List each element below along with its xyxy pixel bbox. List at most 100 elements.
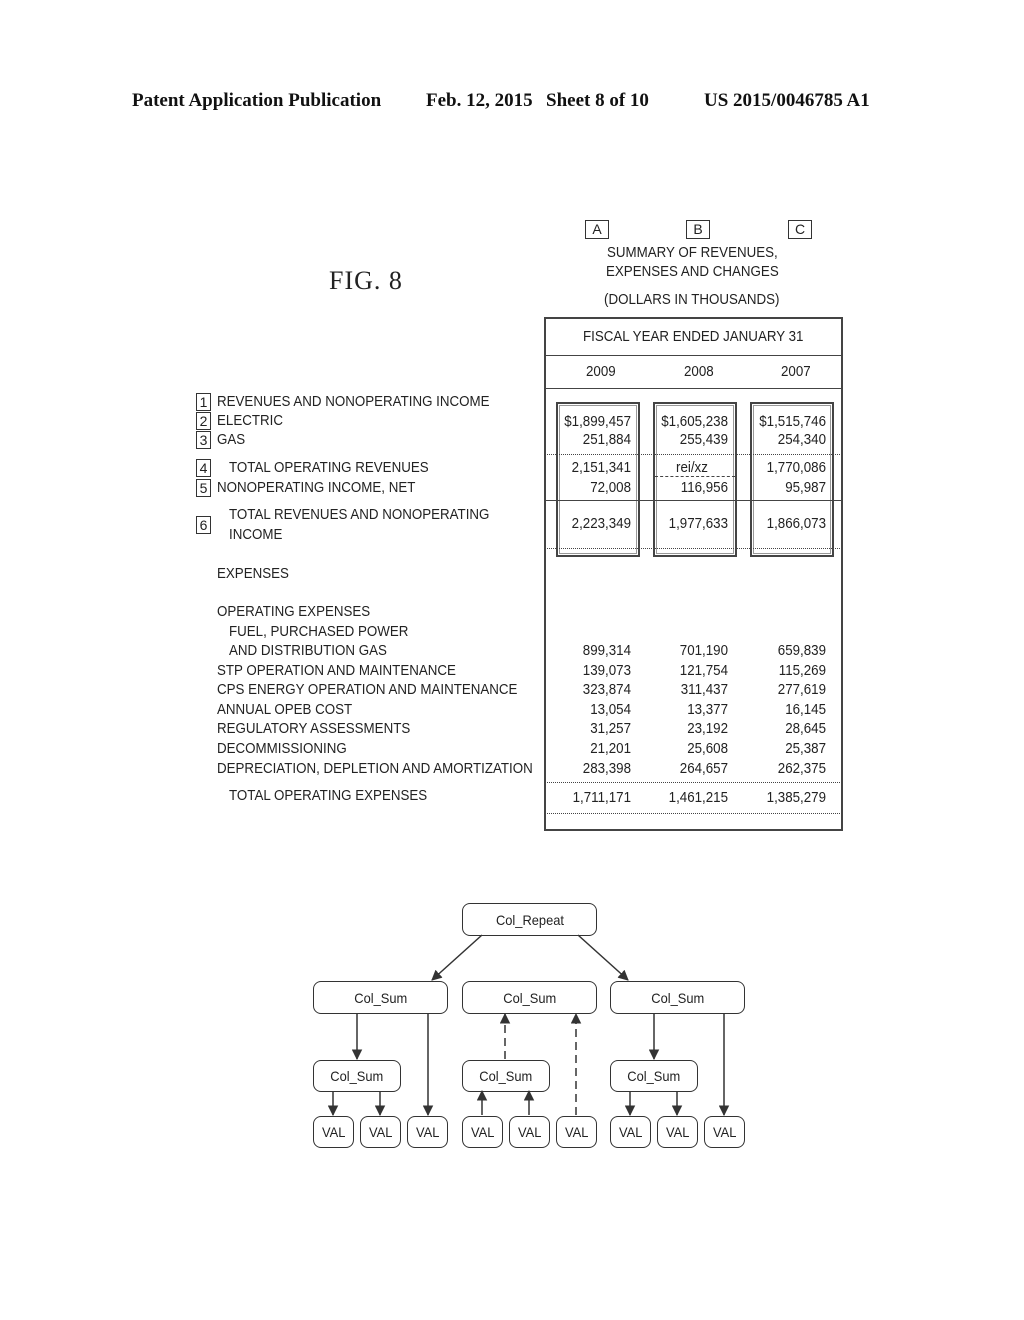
row-marker-4: 4 <box>196 459 211 477</box>
fuel-2009: 899,314 <box>582 643 631 659</box>
node-label: VAL <box>470 1124 495 1140</box>
operating-expenses-heading: OPERATING EXPENSES <box>217 604 371 620</box>
depreciation-2009: 283,398 <box>582 761 631 777</box>
nonoperating-income-2008: 116,956 <box>680 480 728 496</box>
expenses-heading: EXPENSES <box>217 566 289 582</box>
year-2007: 2007 <box>781 364 811 380</box>
node-label: VAL <box>618 1124 643 1140</box>
row-label-total-revenues-line1: TOTAL REVENUES AND NONOPERATING <box>229 507 490 523</box>
fuel-2008: 701,190 <box>679 643 728 659</box>
opeb-2009: 13,054 <box>590 702 631 718</box>
total-expenses-divider-bottom <box>545 813 842 814</box>
node-label: VAL <box>415 1124 440 1140</box>
years-divider <box>545 388 842 389</box>
node-val: VAL <box>509 1116 550 1148</box>
fuel-2007: 659,839 <box>777 643 826 659</box>
expense-label-regulatory: REGULATORY ASSESSMENTS <box>217 721 411 737</box>
year-2008: 2008 <box>684 364 714 380</box>
gas-2007: 254,340 <box>777 432 826 448</box>
regulatory-2007: 28,645 <box>785 721 826 737</box>
publication-date: Feb. 12, 2015 <box>426 90 533 111</box>
depreciation-2007: 262,375 <box>777 761 826 777</box>
total-expenses-2007: 1,385,279 <box>766 790 826 806</box>
row-label-electric: ELECTRIC <box>217 413 283 429</box>
publication-label: Patent Application Publication <box>132 90 382 111</box>
stp-2008: 121,754 <box>679 663 728 679</box>
revenue-divider-3 <box>545 548 842 549</box>
expense-label-opeb: ANNUAL OPEB COST <box>217 702 353 718</box>
node-val: VAL <box>657 1116 698 1148</box>
node-col-repeat: Col_Repeat <box>462 903 597 936</box>
total-revenues-2008: 1,977,633 <box>668 516 728 532</box>
total-operating-revenues-2009: 2,151,341 <box>571 460 631 476</box>
row-label-revenues: REVENUES AND NONOPERATING INCOME <box>217 394 490 410</box>
node-val: VAL <box>462 1116 503 1148</box>
expense-label-stp: STP OPERATION AND MAINTENANCE <box>217 663 456 679</box>
row-label-total-revenues-line2: INCOME <box>229 527 283 543</box>
node-col-sum-right: Col_Sum <box>610 981 745 1014</box>
node-label: Col_Sum <box>330 1068 384 1084</box>
decommissioning-2007: 25,387 <box>785 741 826 757</box>
node-col-sum-left: Col_Sum <box>313 981 448 1014</box>
node-val: VAL <box>360 1116 401 1148</box>
gas-2008: 255,439 <box>679 432 728 448</box>
regulatory-2009: 31,257 <box>590 721 631 737</box>
cps-2008: 311,437 <box>680 682 728 698</box>
node-label: Col_Repeat <box>495 911 564 928</box>
decommissioning-2009: 21,201 <box>590 741 631 757</box>
expense-label-cps: CPS ENERGY OPERATION AND MAINTENANCE <box>217 682 518 698</box>
node-label: Col_Sum <box>503 989 556 1006</box>
row-label-total-operating-revenues: TOTAL OPERATING REVENUES <box>229 460 429 476</box>
node-val: VAL <box>313 1116 354 1148</box>
row-marker-6: 6 <box>196 516 211 534</box>
edge-root-to-sum-right <box>577 934 629 981</box>
decommissioning-2008: 25,608 <box>687 741 728 757</box>
node-label: VAL <box>368 1124 393 1140</box>
row-label-gas: GAS <box>217 432 246 448</box>
header-divider <box>545 355 842 356</box>
node-label: VAL <box>517 1124 542 1140</box>
node-col-sum-left-sub: Col_Sum <box>313 1060 401 1092</box>
node-label: VAL <box>321 1124 346 1140</box>
row-marker-3: 3 <box>196 431 211 449</box>
expense-label-decommissioning: DECOMMISSIONING <box>217 741 347 757</box>
total-expenses-2009: 1,711,171 <box>572 790 631 806</box>
total-revenues-2007: 1,866,073 <box>766 516 826 532</box>
total-operating-revenues-2007: 1,770,086 <box>766 460 826 476</box>
gas-2009: 251,884 <box>582 432 631 448</box>
node-label: Col_Sum <box>479 1068 533 1084</box>
total-revenues-2009: 2,223,349 <box>571 516 631 532</box>
row-marker-1: 1 <box>196 393 211 411</box>
stp-2007: 115,269 <box>778 663 826 679</box>
total-expenses-2008: 1,461,215 <box>668 790 728 806</box>
total-operating-revenues-2008-placeholder: rei/xz <box>676 460 708 476</box>
revenue-divider-1 <box>545 454 842 455</box>
nonoperating-income-2007: 95,987 <box>785 480 826 496</box>
regulatory-2008: 23,192 <box>687 721 728 737</box>
b-cell-divider <box>655 476 735 477</box>
stp-2009: 139,073 <box>582 663 631 679</box>
column-marker-b: B <box>686 220 710 239</box>
total-expenses-divider-top <box>545 782 842 783</box>
row-marker-5: 5 <box>196 479 211 497</box>
sheet-number: Sheet 8 of 10 <box>546 90 649 111</box>
revenue-divider-2 <box>545 500 842 501</box>
figure-label: FIG. 8 <box>329 266 403 295</box>
depreciation-2008: 264,657 <box>679 761 728 777</box>
column-marker-c: C <box>788 220 812 239</box>
node-val: VAL <box>556 1116 597 1148</box>
node-val: VAL <box>407 1116 448 1148</box>
node-label: VAL <box>665 1124 690 1140</box>
electric-2007: $1,515,746 <box>759 414 826 430</box>
table-units: (DOLLARS IN THOUSANDS) <box>604 292 780 308</box>
row-label-nonoperating-income: NONOPERATING INCOME, NET <box>217 480 416 496</box>
table-title-line1: SUMMARY OF REVENUES, <box>607 245 778 261</box>
node-col-sum-middle-sub: Col_Sum <box>462 1060 550 1092</box>
electric-2009: $1,899,457 <box>564 414 631 430</box>
expense-label-fuel-line2: AND DISTRIBUTION GAS <box>229 643 387 659</box>
column-marker-a: A <box>585 220 609 239</box>
node-label: Col_Sum <box>651 989 704 1006</box>
total-operating-expenses-label: TOTAL OPERATING EXPENSES <box>229 788 428 804</box>
node-col-sum-right-sub: Col_Sum <box>610 1060 698 1092</box>
table-title-line2: EXPENSES AND CHANGES <box>606 264 779 280</box>
